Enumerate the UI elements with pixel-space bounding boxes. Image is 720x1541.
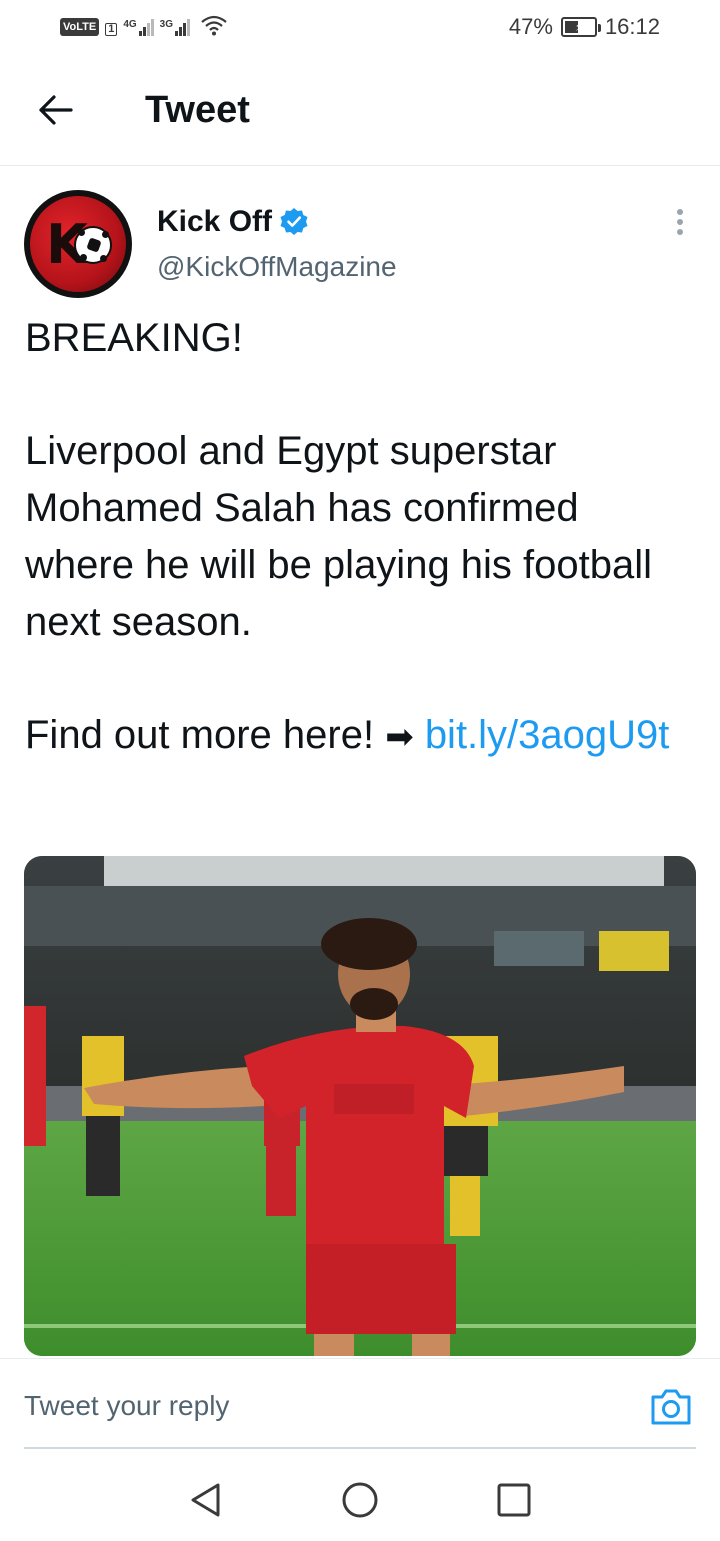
status-right: 47% ⚡ 16:12 [509,14,660,40]
reply-input[interactable]: Tweet your reply [24,1389,229,1423]
tweet-headline: BREAKING! [25,316,243,360]
wifi-icon [201,15,227,36]
right-arrow-icon: ➡ [385,717,414,757]
signal-4g-icon: 4G [123,19,154,36]
signal-3g-icon: 3G [159,19,191,36]
top-app-bar: Tweet [0,54,720,166]
triangle-back-icon[interactable] [186,1480,226,1520]
dot [677,229,683,235]
avatar[interactable]: K [24,190,132,298]
arrow-left-icon [39,95,73,125]
more-options-button[interactable] [664,205,696,239]
photo-illustration [24,856,696,1356]
author-display-name[interactable]: Kick Off [157,204,272,240]
square-recents-icon[interactable] [494,1480,534,1520]
dot [677,209,683,215]
page-title: Tweet [145,89,250,131]
reply-input-underline [24,1447,696,1449]
system-nav-bar [0,1450,720,1541]
camera-icon[interactable] [649,1387,693,1427]
network-type-label: 3G [159,19,174,30]
back-button[interactable] [30,88,80,132]
verified-badge-icon [280,208,308,235]
football-icon [74,226,112,264]
battery-percent: 47% [508,14,553,39]
author-handle[interactable]: @KickOffMagazine [157,250,397,284]
dot [677,219,683,225]
circle-home-icon[interactable] [340,1480,380,1520]
tweet-body-text: Liverpool and Egypt superstar Mohamed Sa… [25,429,653,644]
status-indicators: VoLTE 1 4G 3G [60,14,228,36]
status-bar: VoLTE 1 4G 3G 47% ⚡ 16:12 [0,0,720,54]
clock: 16:12 [604,14,660,39]
tweet-photo[interactable] [24,856,696,1356]
network-type-label: 4G [123,19,137,30]
battery-icon: ⚡ [560,17,601,37]
tweet-link[interactable]: bit.ly/3aogU9t [425,713,670,757]
reply-bar: Tweet your reply [0,1358,720,1449]
egypt-flag-icon [258,602,308,638]
tweet-text: BREAKING! Liverpool and Egypt superstar … [25,310,695,766]
tweet-cta-text: Find out more here! [25,713,375,757]
volte-badge: VoLTE [60,18,100,36]
tweet-cta: Find out more here! ➡ bit.ly/3aogU9t [25,707,695,766]
kick-off-logo: K [30,196,126,292]
sim-slot-badge: 1 [105,23,118,36]
tweet-body: Liverpool and Egypt superstar Mohamed Sa… [25,423,695,651]
